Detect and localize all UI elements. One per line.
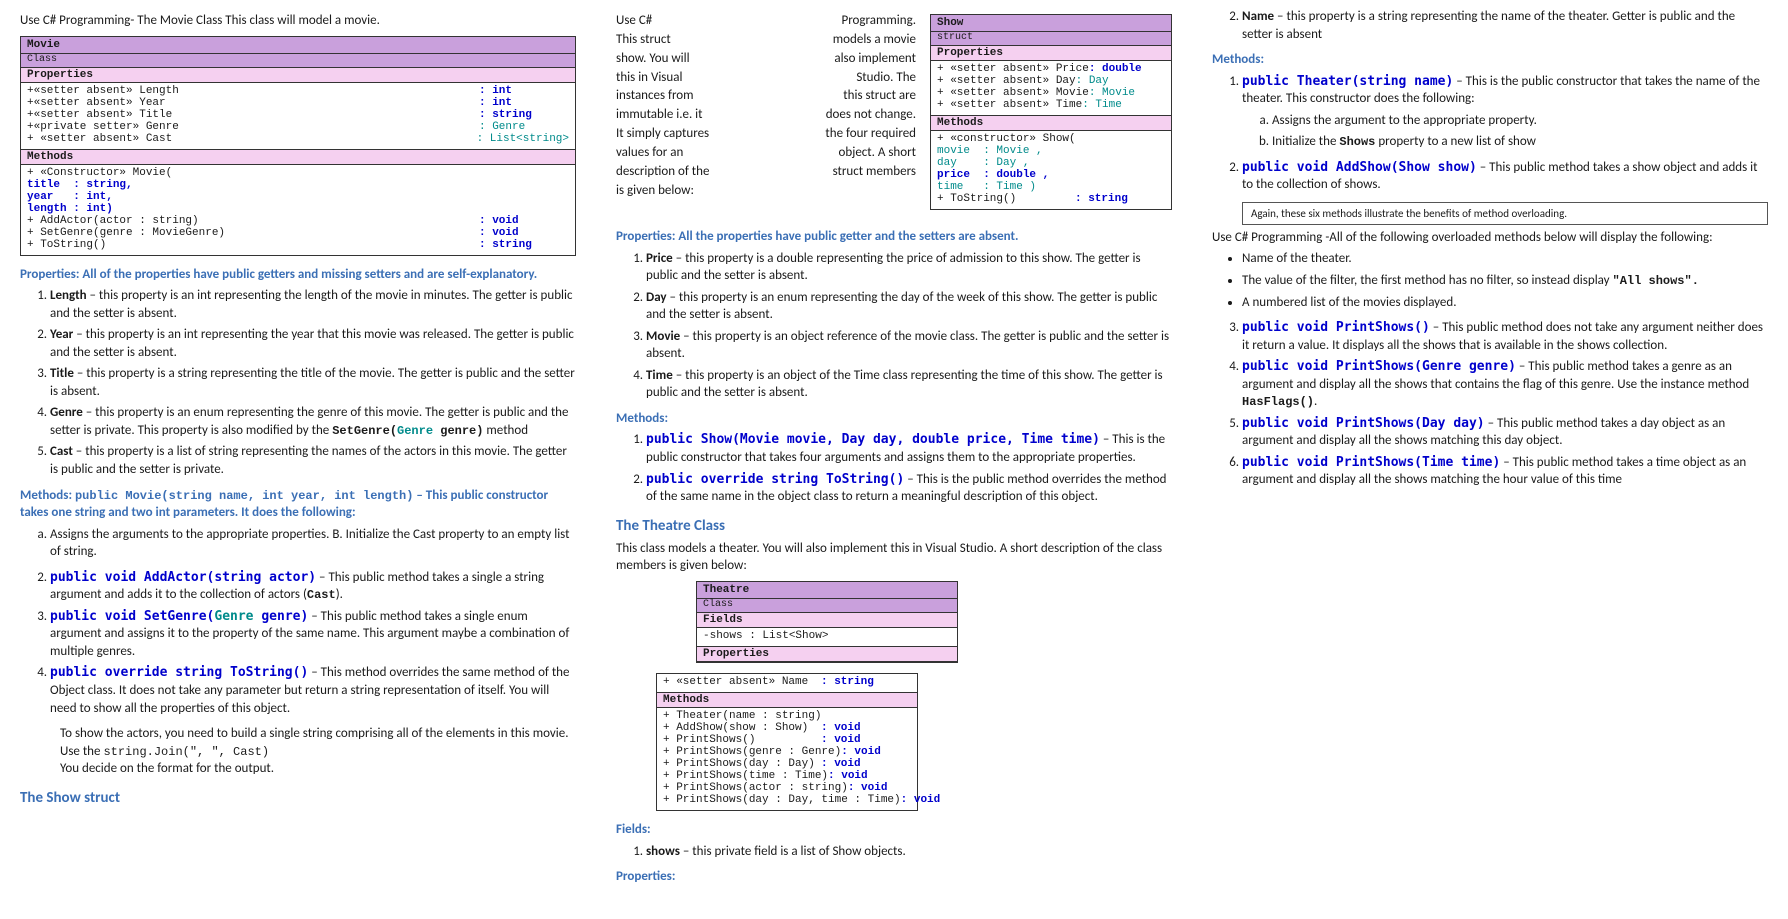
- show-wrap: Show struct Properties + «setter absent»…: [616, 8, 1172, 220]
- uml-methods-label: Methods: [21, 150, 575, 165]
- props3-head: Properties:: [616, 868, 1172, 886]
- uml-name: Movie: [21, 37, 575, 54]
- theatre-methods-list: public Theater(string name) – This is th…: [1212, 73, 1768, 194]
- props3-list: Name – this property is a string represe…: [1212, 8, 1768, 43]
- show-methods-head: Methods:: [616, 410, 1172, 428]
- fields-head: Fields:: [616, 821, 1172, 839]
- overload-bullets: Name of the theater. The value of the fi…: [1212, 250, 1768, 311]
- overload-intro: Use C# Programming -All of the following…: [1212, 229, 1768, 247]
- overload-note: Again, these six methods illustrate the …: [1242, 202, 1768, 225]
- show-props-list: Price – this property is a double repres…: [616, 250, 1172, 402]
- uml-kind: Class: [21, 54, 575, 68]
- theatre-uml-top: Theatre Class Fields -shows : List<Show>…: [696, 581, 958, 663]
- uml-props-label: Properties: [21, 68, 575, 83]
- props-heading: Properties: All of the properties have p…: [20, 266, 576, 284]
- methods-heading: Methods: public Movie(string name, int y…: [20, 487, 576, 522]
- show-uml: Show struct Properties + «setter absent»…: [930, 14, 1172, 210]
- theatre-heading: The Theatre Class: [616, 516, 1172, 536]
- theatre-uml-bottom: + «setter absent» Name: string Methods +…: [656, 673, 918, 811]
- movie-methods-list-cont: public void AddActor(string actor) – Thi…: [20, 569, 576, 717]
- movie-uml: Movie Class Properties +«setter absent» …: [20, 36, 576, 256]
- show-methods-list: public Show(Movie movie, Day day, double…: [616, 431, 1172, 505]
- intro-text: Use C# Programming- The Movie Class This…: [20, 12, 576, 30]
- movie-methods-list: Assigns the arguments to the appropriate…: [20, 526, 576, 561]
- show-props-head: Properties: All the properties have publ…: [616, 228, 1172, 246]
- show-heading: The Show struct: [20, 788, 576, 808]
- theatre-intro: This class models a theater. You will al…: [616, 540, 1172, 575]
- fields-list: shows – this private field is a list of …: [616, 843, 1172, 861]
- methods3-head: Methods:: [1212, 51, 1768, 69]
- actors-para: To show the actors, you need to build a …: [60, 725, 576, 778]
- printshows-list: public void PrintShows() – This public m…: [1212, 319, 1768, 489]
- props-list: Length – this property is an int represe…: [20, 287, 576, 478]
